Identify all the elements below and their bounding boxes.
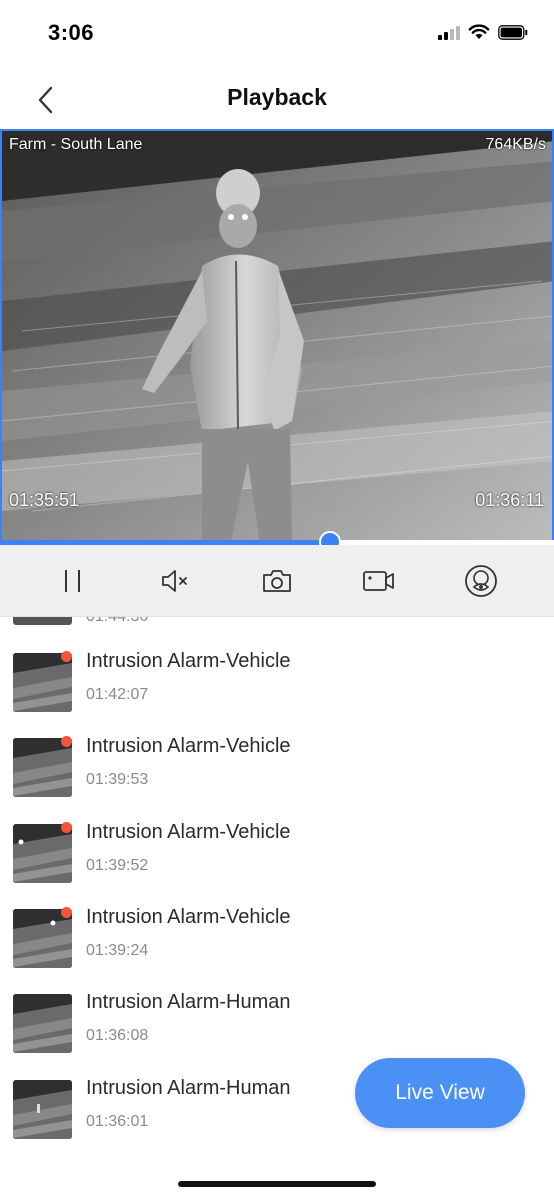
event-title: Intrusion Alarm-Vehicle bbox=[86, 650, 291, 672]
event-thumbnail bbox=[13, 738, 72, 798]
video-camera-icon bbox=[363, 570, 394, 591]
event-thumbnail bbox=[13, 653, 72, 712]
pause-icon bbox=[65, 569, 80, 592]
camera-icon bbox=[263, 569, 291, 592]
page-title: Playback bbox=[227, 84, 327, 110]
unread-indicator-dot bbox=[61, 906, 72, 918]
nav-bar: Playback bbox=[0, 70, 554, 128]
event-list-item[interactable]: Intrusion Alarm-Vehicle 01:42:07 bbox=[0, 650, 554, 738]
event-title: Intrusion Alarm-Human bbox=[86, 1076, 291, 1099]
event-time: 01:42:07 bbox=[86, 686, 149, 703]
unread-indicator-dot bbox=[61, 651, 72, 662]
record-button[interactable] bbox=[357, 559, 401, 603]
clip-start-time: 01:35:51 bbox=[9, 490, 80, 510]
speaker-muted-icon bbox=[162, 569, 187, 592]
event-title: Intrusion Alarm-Human bbox=[86, 991, 291, 1014]
event-time-partial: 01:44:36 bbox=[86, 617, 148, 626]
live-view-button[interactable]: Live View bbox=[355, 1058, 525, 1128]
event-time: 01:39:53 bbox=[86, 771, 149, 789]
pause-button[interactable] bbox=[51, 559, 95, 603]
event-list-item[interactable]: Intrusion Alarm-Vehicle 01:39:53 bbox=[0, 735, 554, 823]
event-list-item[interactable]: Intrusion Alarm-Vehicle 01:39:24 bbox=[0, 905, 554, 994]
event-thumbnail bbox=[13, 1079, 72, 1139]
event-thumbnail bbox=[13, 908, 72, 968]
mute-button[interactable] bbox=[153, 559, 197, 603]
status-bar: 3:06 bbox=[0, 0, 554, 70]
camera-name: Farm - South Lane bbox=[9, 136, 143, 153]
event-title: Intrusion Alarm-Vehicle bbox=[86, 820, 291, 843]
eye-scan-icon bbox=[465, 564, 497, 597]
event-thumbnail-partial bbox=[13, 617, 72, 625]
event-time: 01:39:24 bbox=[86, 941, 149, 959]
event-time: 01:36:01 bbox=[86, 1112, 149, 1130]
event-time: 01:36:08 bbox=[86, 1027, 149, 1045]
playback-controls bbox=[0, 545, 554, 617]
bitrate-readout: 764KB/s bbox=[485, 136, 546, 153]
snapshot-button[interactable] bbox=[255, 559, 299, 603]
status-icons bbox=[438, 24, 528, 40]
event-list-item[interactable]: Intrusion Alarm-Vehicle 01:39:52 bbox=[0, 820, 554, 909]
smart-detect-button[interactable] bbox=[459, 559, 503, 603]
event-title: Intrusion Alarm-Vehicle bbox=[86, 735, 291, 758]
battery-icon bbox=[498, 24, 528, 40]
cellular-signal-icon bbox=[438, 24, 460, 40]
event-title: Intrusion Alarm-Vehicle bbox=[86, 905, 291, 928]
wifi-icon bbox=[468, 24, 490, 39]
status-time: 3:06 bbox=[48, 20, 95, 45]
event-thumbnail bbox=[13, 994, 72, 1054]
video-player[interactable]: Farm - South Lane 764KB/s 01:35:51 01:36… bbox=[0, 129, 554, 543]
home-indicator bbox=[178, 1181, 376, 1187]
unread-indicator-dot bbox=[61, 821, 72, 833]
clip-end-time: 01:36:11 bbox=[475, 490, 544, 510]
event-time: 01:39:52 bbox=[86, 856, 149, 874]
camera-feed-image bbox=[2, 131, 552, 541]
